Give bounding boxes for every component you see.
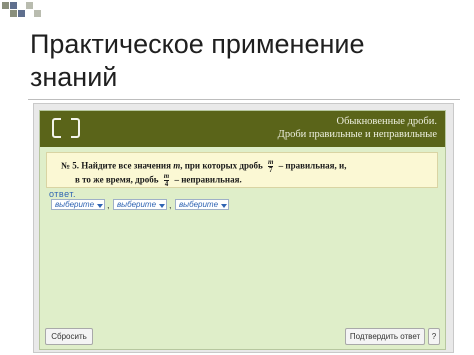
task-text: – неправильная. — [174, 174, 242, 185]
fraction-m-over-4: m 4 — [163, 172, 170, 188]
confirm-answer-button[interactable]: Подтвердить ответ — [345, 328, 425, 345]
answer-select-3[interactable]: выберите — [175, 199, 229, 210]
deco-square — [10, 10, 17, 17]
task-line1: № 5. Найдите все значения m , при которых… — [61, 159, 346, 174]
separator: , — [107, 200, 110, 210]
deco-square — [10, 2, 17, 9]
slide-title-line2: знаний — [30, 62, 118, 92]
dropdown-arrow-icon — [221, 204, 227, 208]
deco-square — [18, 10, 25, 17]
reset-button[interactable]: Сбросить — [45, 328, 93, 345]
fraction-m-over-7: m 7 — [267, 158, 274, 174]
dropdown-arrow-icon — [159, 204, 165, 208]
slide-title-line1: Практическое применение — [30, 29, 365, 59]
deco-square — [34, 10, 41, 17]
select-value: выберите — [117, 200, 157, 209]
slide-title: Практическое применение знаний — [30, 28, 450, 94]
task-text: Найдите все значения — [81, 160, 171, 171]
logo-icon — [52, 117, 80, 139]
select-value: выберите — [179, 200, 219, 209]
deco-square — [26, 2, 33, 9]
deco-square — [2, 2, 9, 9]
task-text: в то же время, дробь — [75, 174, 159, 185]
header-title: Обыкновенные дроби. Дроби правильные и н… — [278, 115, 437, 141]
task-number: № 5. — [61, 160, 80, 171]
fraction-denominator: 7 — [267, 166, 274, 174]
header-title-line2: Дроби правильные и неправильные — [277, 129, 437, 140]
task-text: – правильная, и, — [278, 160, 347, 171]
answer-select-1[interactable]: выберите — [51, 199, 105, 210]
task-box: № 5. Найдите все значения m , при которых… — [46, 152, 438, 188]
fraction-numerator: m — [163, 172, 170, 180]
help-button[interactable]: ? — [428, 328, 440, 345]
dropdown-arrow-icon — [97, 204, 103, 208]
app-header: Обыкновенные дроби. Дроби правильные и н… — [40, 111, 445, 147]
exercise-app: Обыкновенные дроби. Дроби правильные и н… — [39, 110, 446, 350]
fraction-denominator: 4 — [163, 180, 170, 188]
separator: , — [169, 200, 172, 210]
decorative-squares — [0, 0, 50, 22]
select-value: выберите — [55, 200, 95, 209]
title-divider — [28, 99, 460, 100]
header-title-line1: Обыкновенные дроби. — [336, 116, 437, 127]
fraction-numerator: m — [267, 158, 274, 166]
task-line2: в то же время, дробь m 4 – неправильная. — [75, 173, 242, 188]
task-text: , при которых дробь — [180, 160, 263, 171]
answer-label: ответ. — [49, 189, 76, 199]
answer-select-2[interactable]: выберите — [113, 199, 167, 210]
